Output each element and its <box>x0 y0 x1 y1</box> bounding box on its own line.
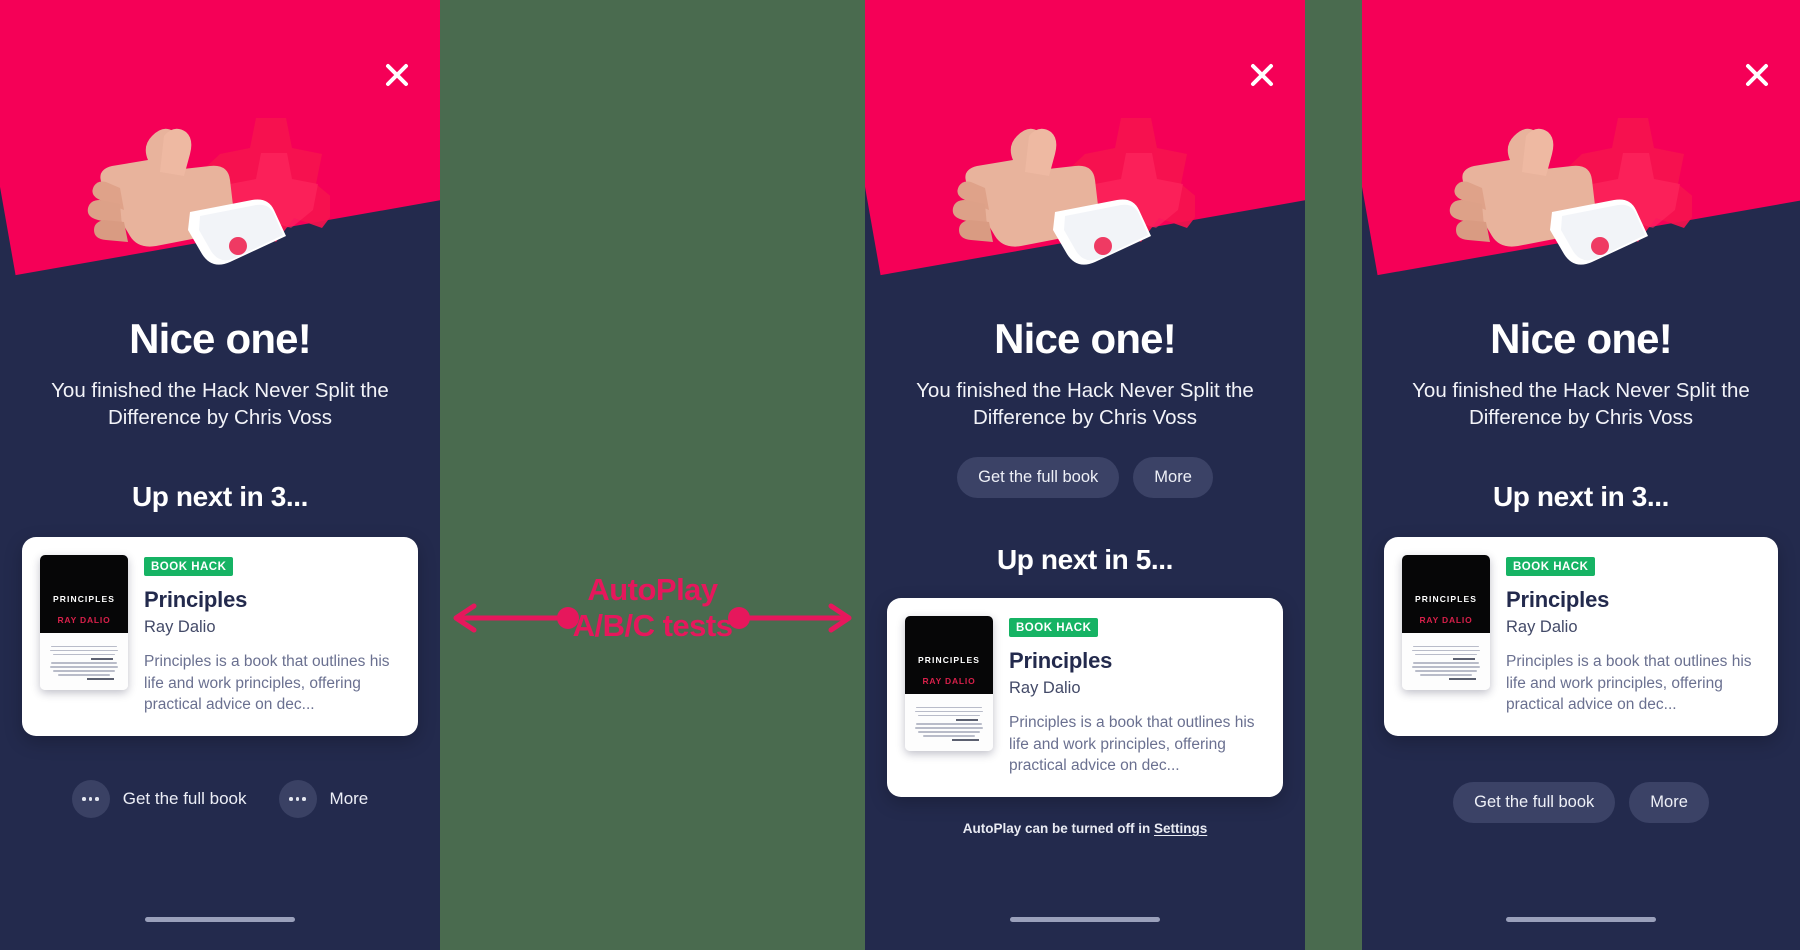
book-author: Ray Dalio <box>144 618 216 637</box>
ellipsis-icon <box>71 780 110 819</box>
status-badge: BOOK HACK <box>144 557 234 577</box>
get-full-book-button[interactable]: Get the full book <box>71 780 247 819</box>
cover-author: RAY DALIO <box>922 676 976 687</box>
page-title: Nice one! <box>994 315 1177 362</box>
cover-author: RAY DALIO <box>57 615 111 626</box>
action-row-a: Get the full book More <box>22 780 418 819</box>
thumbs-up-hand-with-asterisk-icon <box>70 88 330 268</box>
hero-header-a <box>0 0 440 300</box>
cover-title: PRINCIPLES <box>52 594 115 605</box>
home-indicator <box>145 917 295 922</box>
book-author: Ray Dalio <box>1506 618 1578 637</box>
status-badge: BOOK HACK <box>1009 618 1099 638</box>
book-card[interactable]: PRINCIPLES RAY DALIO BOOK HACK Principle… <box>1384 537 1778 737</box>
autoplay-note: AutoPlay can be turned off in Settings <box>887 821 1283 836</box>
cover-quote-panel <box>1402 633 1490 691</box>
page-title: Nice one! <box>1490 315 1673 362</box>
book-description: Principles is a book that outlines his l… <box>1506 653 1752 714</box>
cover-title: PRINCIPLES <box>917 655 980 666</box>
thumbs-up-hand-with-asterisk-icon <box>1432 88 1692 268</box>
get-full-book-label: Get the full book <box>122 789 247 809</box>
panel-c-content: Nice one! You finished the Hack Never Sp… <box>1362 300 1800 950</box>
book-author: Ray Dalio <box>1009 679 1081 698</box>
panel-b-content: Nice one! You finished the Hack Never Sp… <box>865 300 1305 950</box>
phone-panel-variant-b: Nice one! You finished the Hack Never Sp… <box>865 0 1305 950</box>
more-label: More <box>329 789 369 809</box>
book-card[interactable]: PRINCIPLES RAY DALIO BOOK HACK Principle… <box>22 537 418 737</box>
more-button[interactable]: More <box>278 780 369 819</box>
annotation-label: AutoPlay A/B/C tests <box>440 572 865 644</box>
phone-panel-variant-a: Nice one! You finished the Hack Never Sp… <box>0 0 440 950</box>
page-subtitle: You finished the Hack Never Split the Di… <box>916 379 1254 430</box>
cover-quote-panel <box>40 633 128 691</box>
status-badge: BOOK HACK <box>1506 557 1596 577</box>
annotation-line-2: A/B/C tests <box>572 607 733 643</box>
more-button[interactable]: More <box>1629 782 1709 824</box>
close-icon[interactable] <box>376 54 418 96</box>
autoplay-note-text: AutoPlay can be turned off in <box>962 821 1154 837</box>
book-description: Principles is a book that outlines his l… <box>1009 714 1255 775</box>
book-title: Principles <box>1506 587 1610 613</box>
cover-author: RAY DALIO <box>1419 615 1473 626</box>
page-subtitle: You finished the Hack Never Split the Di… <box>1412 379 1750 430</box>
get-full-book-button[interactable]: Get the full book <box>1453 782 1616 824</box>
book-cover-thumbnail: PRINCIPLES RAY DALIO <box>905 616 993 752</box>
ellipsis-icon <box>278 780 317 819</box>
action-row-c: Get the full book More <box>1384 782 1778 824</box>
up-next-heading: Up next in 3... <box>131 481 309 513</box>
page-subtitle: You finished the Hack Never Split the Di… <box>51 379 389 430</box>
cover-title: PRINCIPLES <box>1414 594 1477 605</box>
close-icon[interactable] <box>1736 54 1778 96</box>
cover-quote-panel <box>905 694 993 752</box>
book-cover-thumbnail: PRINCIPLES RAY DALIO <box>40 555 128 691</box>
action-row-b: Get the full book More <box>887 457 1283 499</box>
annotation-line-1: AutoPlay <box>587 572 718 607</box>
hero-header-b <box>865 0 1305 300</box>
annotation-overlay: AutoPlay A/B/C tests <box>440 0 865 950</box>
screenshot-stage: Nice one! You finished the Hack Never Sp… <box>0 0 1800 950</box>
phone-panel-variant-c: Nice one! You finished the Hack Never Sp… <box>1362 0 1800 950</box>
book-description: Principles is a book that outlines his l… <box>144 653 390 714</box>
book-cover-thumbnail: PRINCIPLES RAY DALIO <box>1402 555 1490 691</box>
more-button[interactable]: More <box>1133 457 1213 499</box>
home-indicator <box>1010 917 1160 922</box>
settings-link[interactable]: Settings <box>1154 821 1207 836</box>
home-indicator <box>1506 917 1656 922</box>
panel-a-content: Nice one! You finished the Hack Never Sp… <box>0 300 440 950</box>
thumbs-up-hand-with-asterisk-icon <box>935 88 1195 268</box>
up-next-heading: Up next in 5... <box>996 544 1174 576</box>
book-title: Principles <box>144 587 248 613</box>
close-icon[interactable] <box>1241 54 1283 96</box>
book-card[interactable]: PRINCIPLES RAY DALIO BOOK HACK Principle… <box>887 598 1283 798</box>
up-next-heading: Up next in 3... <box>1492 481 1670 513</box>
get-full-book-button[interactable]: Get the full book <box>957 457 1120 499</box>
book-title: Principles <box>1009 648 1113 674</box>
page-title: Nice one! <box>129 315 312 362</box>
hero-header-c <box>1362 0 1800 300</box>
